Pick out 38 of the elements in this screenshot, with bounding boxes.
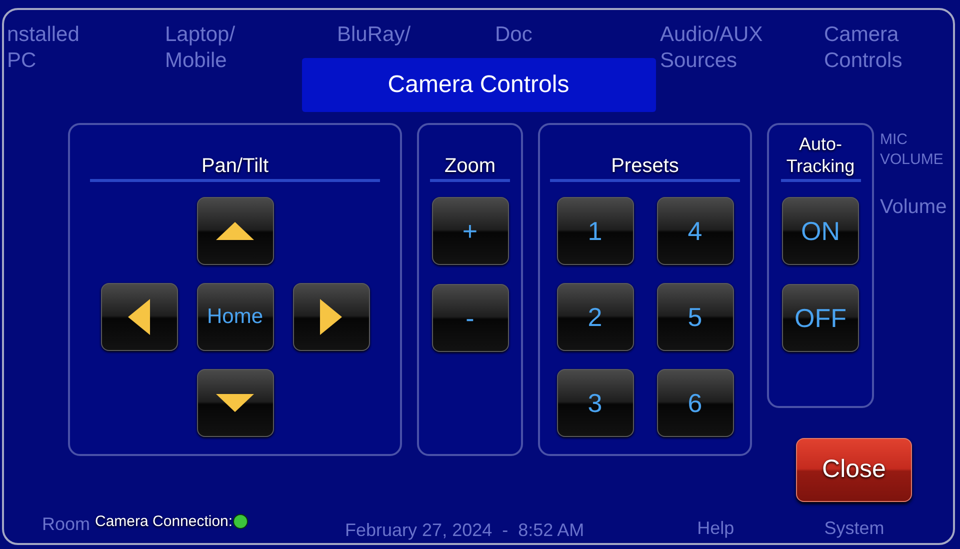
source-tab[interactable]: Laptop/ Mobile xyxy=(165,22,236,74)
panel-heading: Pan/Tilt xyxy=(201,155,269,177)
help-button[interactable]: Help xyxy=(697,517,734,539)
panel-heading: Presets xyxy=(611,155,679,177)
home-button[interactable]: Home xyxy=(196,283,274,351)
zoom-button[interactable]: + xyxy=(432,197,508,265)
preset-button[interactable]: 2 xyxy=(556,283,634,351)
preset-button[interactable]: 4 xyxy=(656,197,734,265)
tilt-down-button[interactable] xyxy=(196,369,274,437)
pan-left-button[interactable] xyxy=(100,283,178,351)
triangle-left-icon xyxy=(128,299,150,335)
room-button[interactable]: Room xyxy=(42,513,90,535)
toggle-button[interactable]: OFF xyxy=(782,284,859,352)
source-tab[interactable]: BluRay/ xyxy=(337,22,411,48)
close-button[interactable]: Close xyxy=(796,438,912,502)
panel-heading: Auto-Tracking xyxy=(785,133,856,177)
triangle-right-icon xyxy=(320,299,342,335)
toggle-button[interactable]: ON xyxy=(782,197,859,265)
volume-label: Volume xyxy=(880,195,947,220)
source-tab[interactable]: Camera Controls xyxy=(824,22,902,74)
system-button[interactable]: System xyxy=(824,517,884,539)
date-time: February 27, 2024 - 8:52 AM xyxy=(345,519,584,541)
tilt-up-button[interactable] xyxy=(196,197,274,265)
mic-volume-label: MIC VOLUME xyxy=(880,130,944,170)
pan-right-button[interactable] xyxy=(292,283,370,351)
source-tab[interactable]: Doc xyxy=(495,22,532,48)
preset-button[interactable]: 3 xyxy=(556,369,634,437)
dialog-title: Camera Controls xyxy=(302,58,656,112)
preset-button[interactable]: 6 xyxy=(656,369,734,437)
connection-label: Camera Connection: xyxy=(95,512,233,532)
panel-heading: Zoom xyxy=(444,155,496,177)
source-tab[interactable]: Audio/AUX Sources xyxy=(660,22,763,74)
zoom-button[interactable]: - xyxy=(432,284,508,352)
triangle-up-icon xyxy=(216,222,254,240)
triangle-down-icon xyxy=(216,394,254,412)
preset-button[interactable]: 5 xyxy=(656,283,734,351)
source-tab[interactable]: nstalled PC xyxy=(7,22,80,74)
preset-button[interactable]: 1 xyxy=(556,197,634,265)
